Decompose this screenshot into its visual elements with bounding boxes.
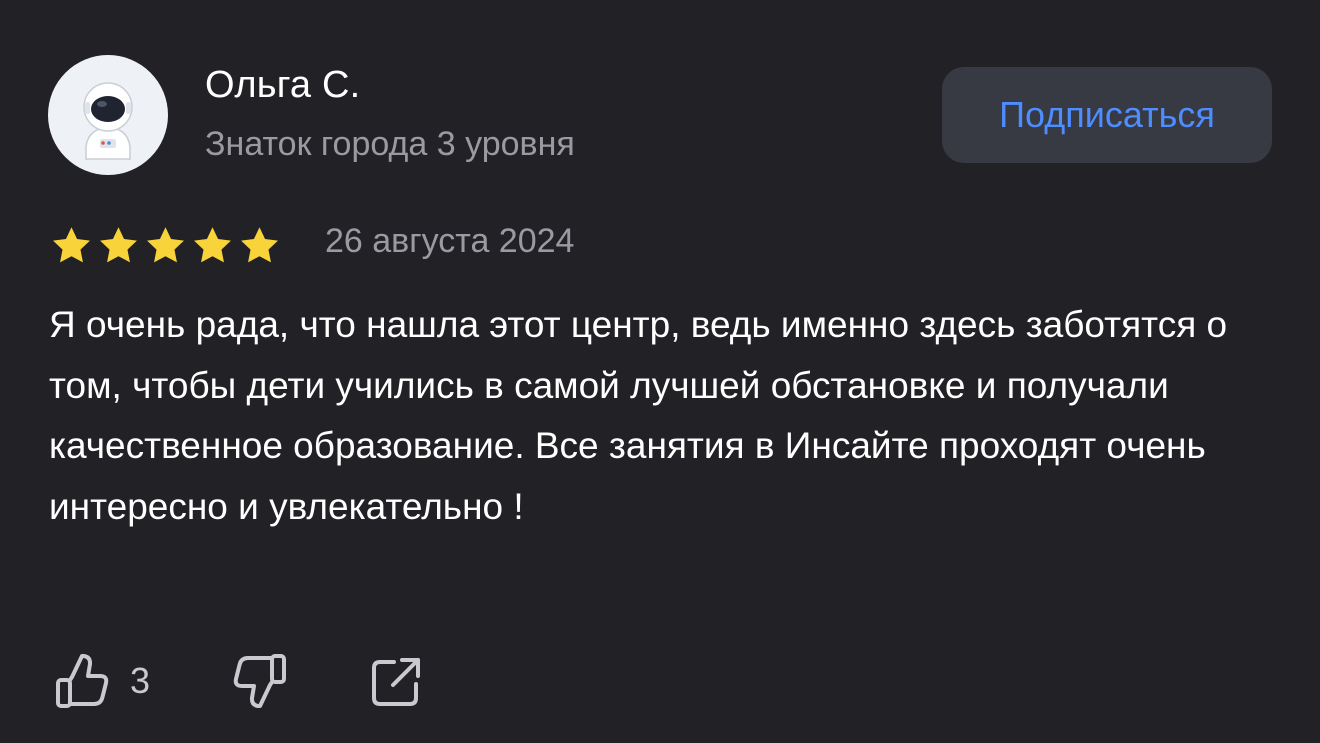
like-count: 3 bbox=[130, 660, 151, 701]
like-button[interactable]: 3 bbox=[52, 650, 150, 712]
astronaut-icon bbox=[83, 82, 133, 160]
review-card: Ольга С. Знаток города 3 уровня Подписат… bbox=[0, 0, 1320, 743]
star-icon bbox=[194, 227, 231, 263]
share-icon bbox=[366, 650, 426, 712]
star-icon bbox=[241, 227, 278, 263]
author-level: Знаток города 3 уровня bbox=[205, 125, 575, 163]
star-icon bbox=[147, 227, 184, 263]
rating-stars bbox=[50, 224, 281, 267]
avatar[interactable] bbox=[48, 55, 168, 175]
dislike-button[interactable] bbox=[230, 650, 290, 712]
review-text: Я очень рада, что нашла этот центр, ведь… bbox=[49, 304, 1228, 527]
thumbs-down-icon bbox=[230, 650, 290, 712]
author-name[interactable]: Ольга С. bbox=[205, 64, 360, 107]
subscribe-button[interactable]: Подписаться bbox=[942, 67, 1272, 163]
star-icon bbox=[53, 227, 90, 263]
thumbs-up-icon bbox=[52, 650, 112, 712]
review-date: 26 августа 2024 bbox=[325, 222, 575, 260]
star-icon bbox=[100, 227, 137, 263]
share-button[interactable] bbox=[366, 650, 426, 712]
